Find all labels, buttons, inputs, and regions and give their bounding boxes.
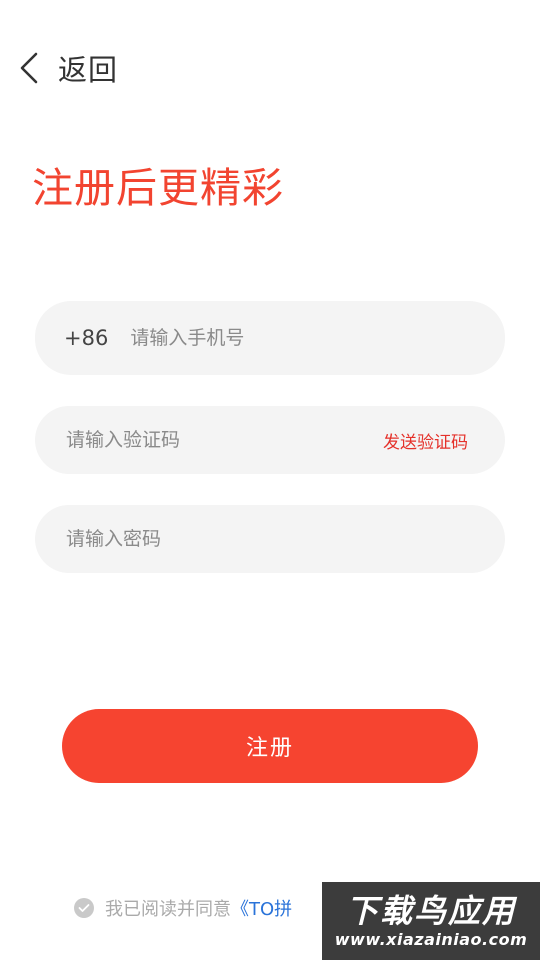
agreement-text: 我已阅读并同意 (105, 899, 231, 920)
page-title: 注册后更精彩 (32, 164, 284, 212)
checkmark-icon (78, 904, 90, 912)
password-input[interactable] (66, 519, 466, 559)
agreement-row: 我已阅读并同意 《TO拼 (74, 892, 292, 924)
password-field (35, 505, 505, 573)
register-page: 返回 注册后更精彩 +86 发送验证码 注册 我已阅读并同意 《TO拼 下载鸟应… (0, 0, 540, 960)
back-button[interactable]: 返回 (18, 46, 118, 90)
watermark-url: www.xiazainiao.com (334, 930, 528, 949)
user-agreement-link[interactable]: 《TO拼 (231, 895, 292, 921)
chevron-left-icon (20, 52, 38, 84)
country-code-prefix: +86 (64, 326, 109, 350)
send-code-button[interactable]: 发送验证码 (383, 428, 468, 453)
verification-code-input[interactable] (66, 420, 356, 460)
phone-input[interactable] (128, 318, 469, 358)
watermark-logo: 下载鸟应用 www.xiazainiao.com (322, 882, 540, 960)
register-button[interactable]: 注册 (62, 709, 478, 783)
back-label: 返回 (58, 53, 119, 87)
verification-code-field: 发送验证码 (35, 406, 505, 474)
agreement-checkbox[interactable] (74, 898, 94, 918)
watermark-title: 下载鸟应用 (345, 892, 516, 930)
phone-field: +86 (35, 301, 505, 375)
